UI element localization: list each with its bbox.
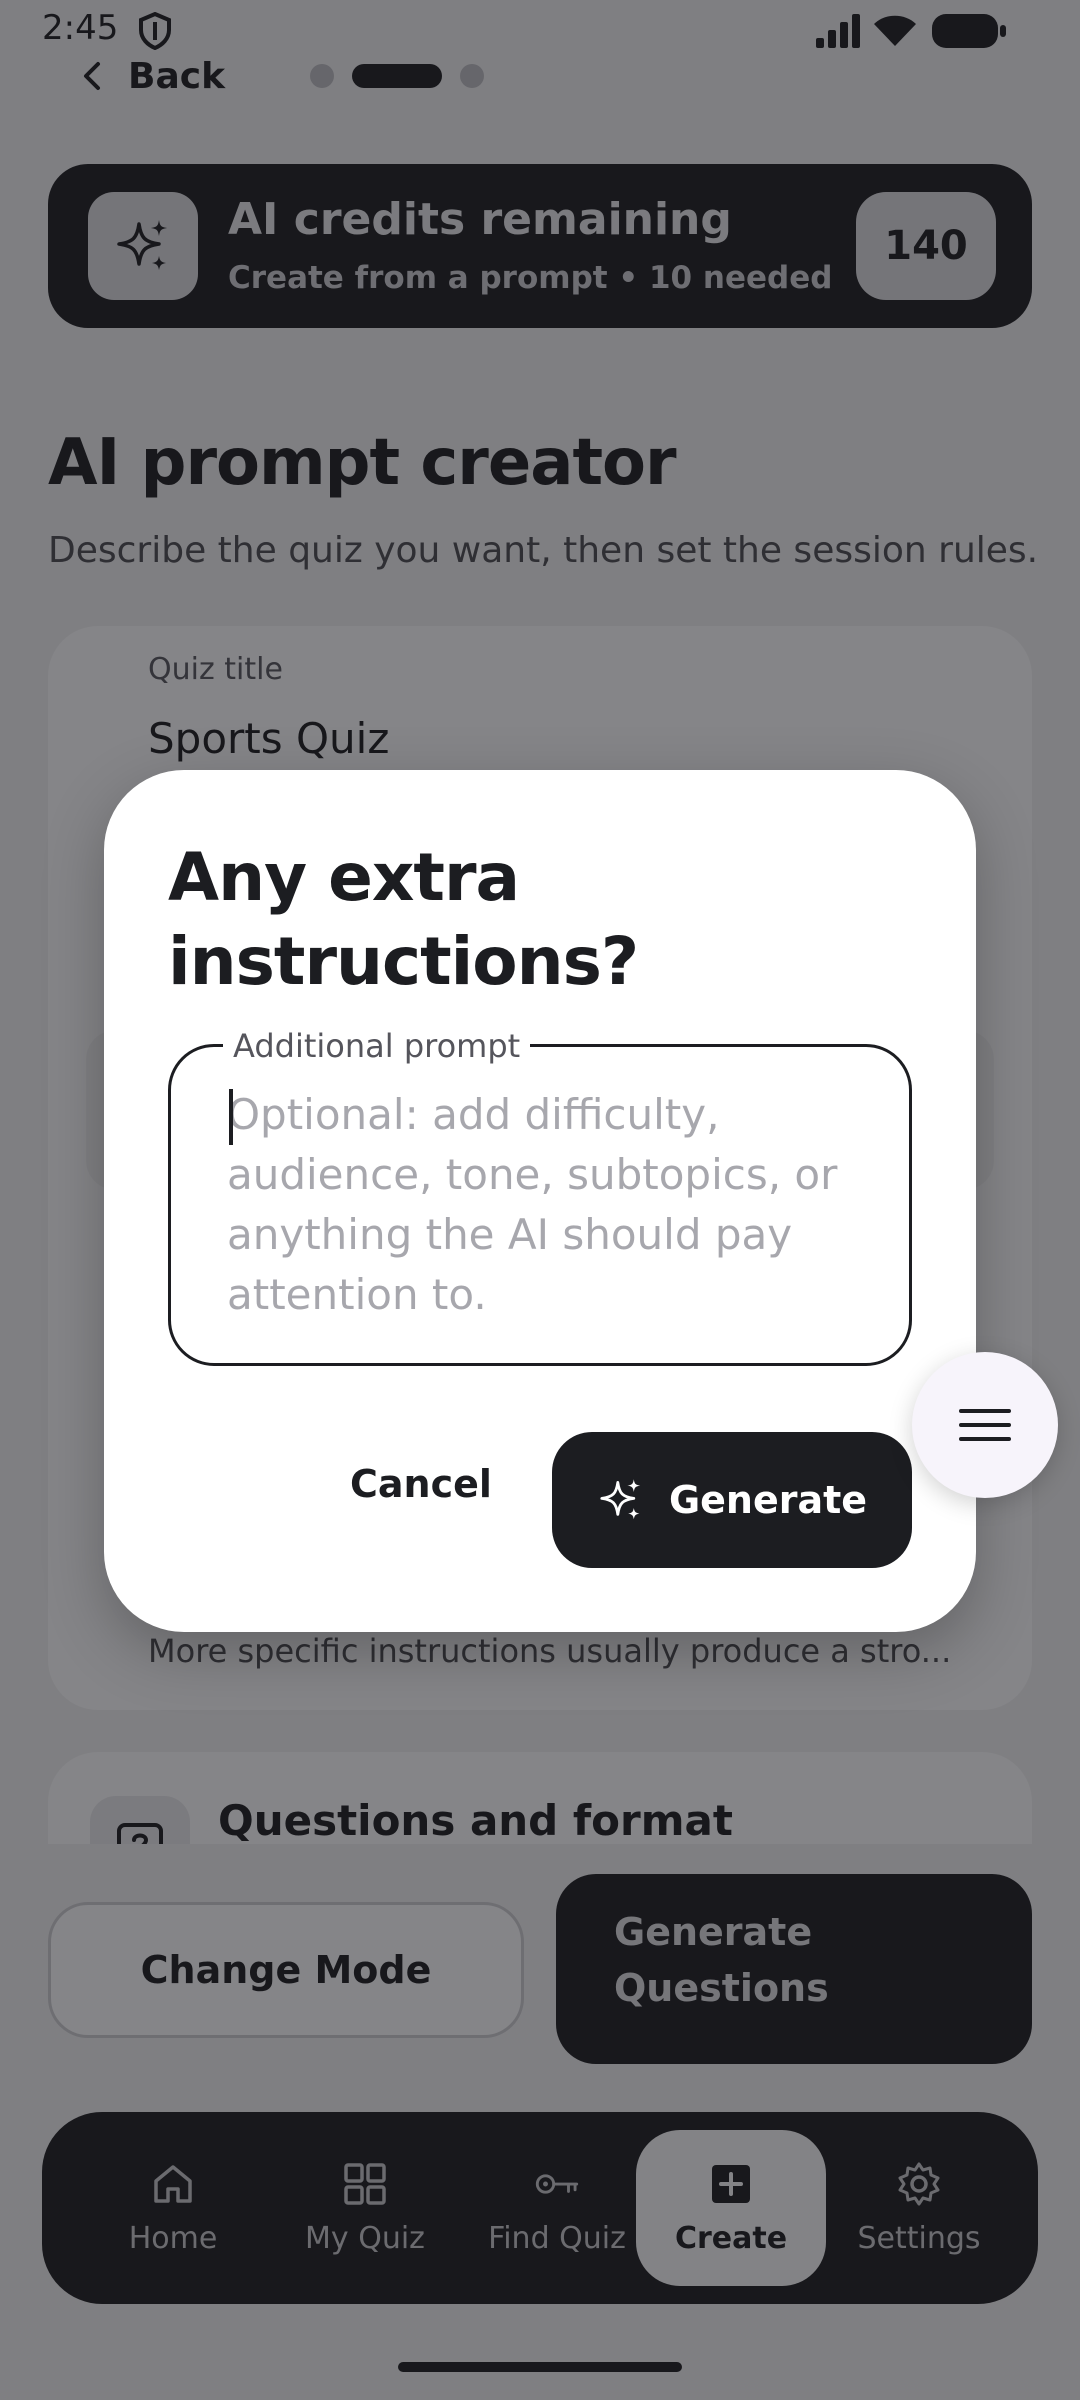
prompt-label: Additional prompt	[223, 1027, 531, 1065]
menu-icon	[959, 1409, 1011, 1441]
extra-instructions-dialog: Any extra instructions? Additional promp…	[104, 770, 976, 1632]
prompt-placeholder: Optional: add difficulty, audience, tone…	[227, 1090, 838, 1319]
dialog-title: Any extra instructions?	[168, 839, 639, 1000]
sparkles-icon	[600, 1479, 641, 1520]
cancel-button[interactable]: Cancel	[350, 1462, 492, 1506]
generate-label: Generate	[668, 1478, 868, 1522]
text-caret	[229, 1089, 233, 1145]
generate-button[interactable]: Generate	[552, 1432, 912, 1568]
menu-fab[interactable]	[912, 1352, 1058, 1498]
additional-prompt-input[interactable]: Additional prompt Optional: add difficul…	[168, 1027, 912, 1366]
